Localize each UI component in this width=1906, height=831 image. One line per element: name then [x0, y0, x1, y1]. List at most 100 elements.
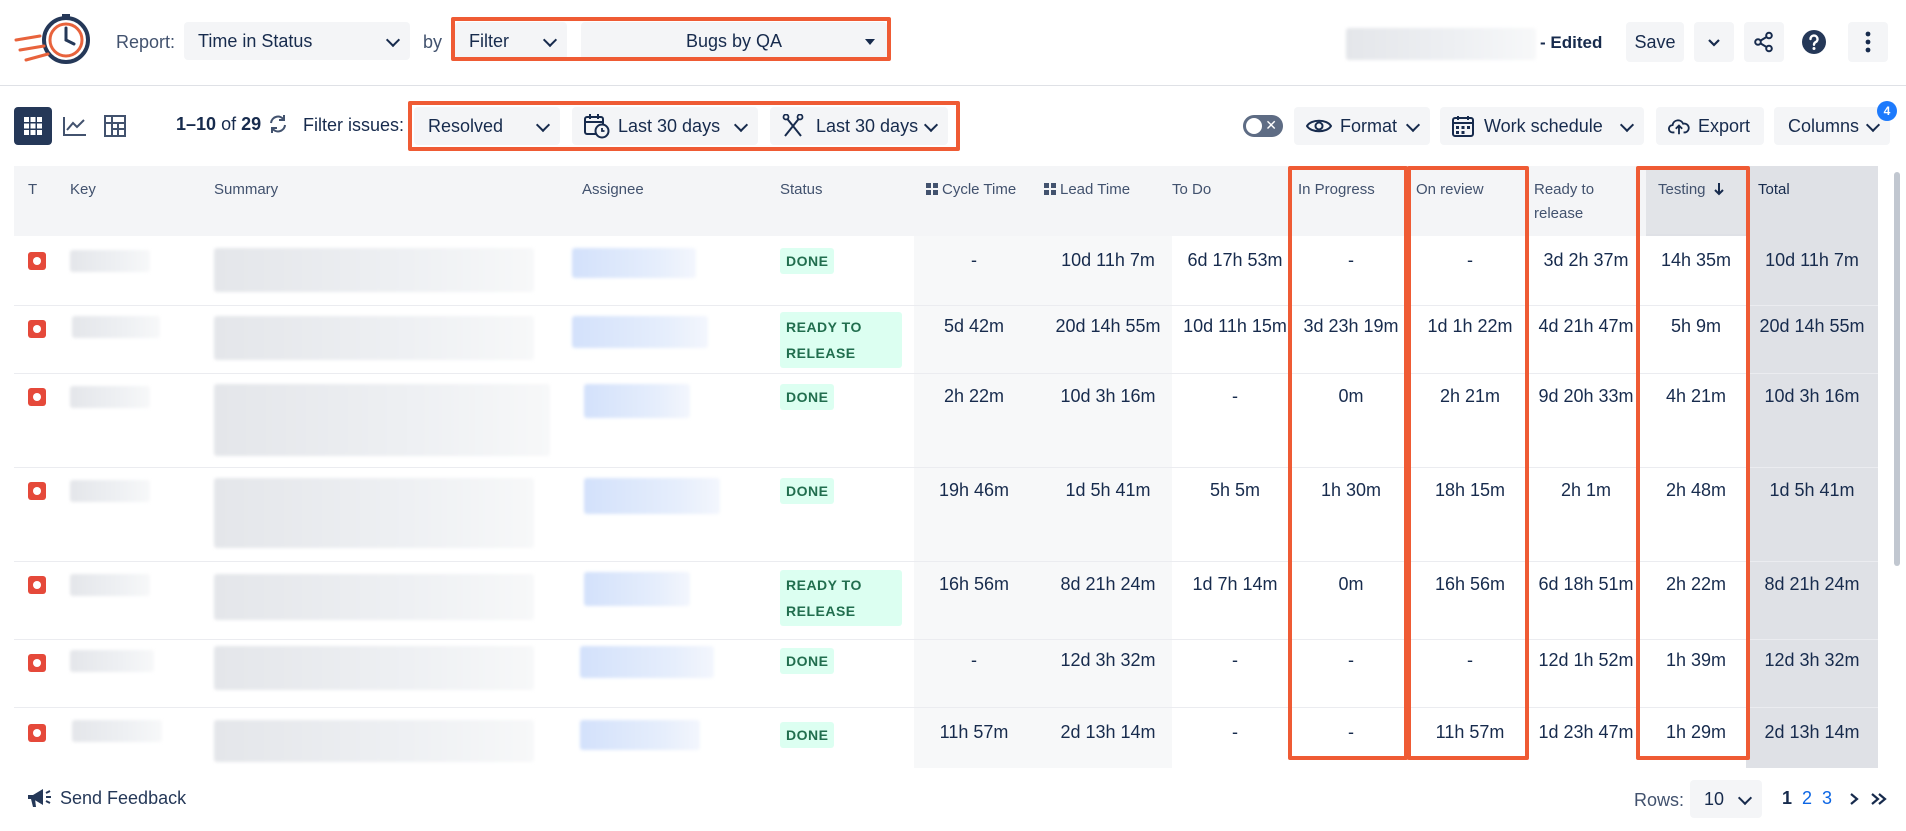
vertical-scrollbar[interactable] — [1894, 172, 1900, 566]
close-icon: ✕ — [1265, 117, 1277, 133]
page-3-link[interactable]: 3 — [1822, 788, 1832, 809]
grid-view-button[interactable] — [14, 107, 52, 145]
testing-cell: 1h 39m — [1665, 650, 1727, 670]
to-do-cell: 10d 11h 15m — [1183, 316, 1287, 336]
on-review-cell: - — [1467, 250, 1473, 270]
cycle-time-cell: 2h 22m — [943, 386, 1005, 406]
issue-key-redacted — [70, 650, 154, 672]
column-header-to-do[interactable]: To Do — [1172, 178, 1211, 202]
next-page-icon[interactable] — [1848, 792, 1860, 806]
table-row[interactable]: DONE 19h 46m 1d 5h 41m 5h 5m 1h 30m 18h … — [14, 468, 1878, 562]
status-line1: READY TO — [786, 577, 862, 593]
report-select[interactable]: Time in Status — [184, 22, 410, 60]
lead-time-cell: 8d 21h 24m — [1060, 574, 1156, 594]
ready-to-release-cell: 1d 23h 47m — [1538, 722, 1634, 742]
assignee-redacted — [572, 316, 708, 348]
eye-icon — [1306, 119, 1332, 133]
column-header-in-progress[interactable]: In Progress — [1298, 178, 1375, 202]
assignee-redacted — [584, 572, 690, 606]
table-row[interactable]: READY TO RELEASE 5d 42m 20d 14h 55m 10d … — [14, 306, 1878, 374]
column-header-testing[interactable]: Testing — [1658, 178, 1725, 202]
to-do-cell: 6d 17h 53m — [1187, 250, 1283, 270]
ready-to-release-cell: 12d 1h 52m — [1538, 650, 1634, 670]
columns-label: Columns — [1788, 115, 1860, 136]
table-row[interactable]: READY TO RELEASE 16h 56m 8d 21h 24m 1d 7… — [14, 562, 1878, 640]
pivot-view-button[interactable] — [96, 107, 134, 145]
edited-label: - Edited — [1540, 33, 1603, 52]
in-progress-cell: - — [1348, 250, 1354, 270]
cloud-upload-icon — [1668, 119, 1690, 135]
column-header-summary[interactable]: Summary — [214, 178, 278, 202]
last-page-icon[interactable] — [1870, 792, 1888, 806]
status-badge: DONE — [780, 722, 835, 748]
filter-value-select[interactable]: Bugs by QA — [581, 22, 887, 60]
columns-button[interactable]: Columns — [1774, 107, 1890, 145]
issue-key-redacted — [72, 720, 162, 742]
bug-icon — [28, 388, 46, 406]
chevron-down-icon — [1737, 790, 1753, 806]
ready-to-release-cell: 6d 18h 51m — [1538, 574, 1634, 594]
ready-to-release-cell: 9d 20h 33m — [1538, 386, 1634, 406]
column-header-key[interactable]: Key — [70, 178, 96, 202]
table-row[interactable]: DONE - 10d 11h 7m 6d 17h 53m - - 3d 2h 3… — [14, 238, 1878, 306]
table-footer — [0, 780, 1906, 831]
chart-view-button[interactable] — [56, 107, 94, 145]
chevron-down-icon — [1708, 39, 1720, 47]
table-row[interactable]: DONE - 12d 3h 32m - - - 12d 1h 52m 1h 39… — [14, 640, 1878, 708]
table-row[interactable]: DONE 2h 22m 10d 3h 16m - 0m 2h 21m 9d 20… — [14, 374, 1878, 468]
testing-label: Testing — [1658, 181, 1706, 198]
testing-cell: 2h 22m — [1665, 574, 1727, 594]
send-feedback-link[interactable]: Send Feedback — [26, 786, 186, 810]
assignee-redacted — [584, 478, 720, 514]
in-progress-cell: 0m — [1338, 386, 1364, 406]
column-header-lead-time[interactable]: Lead Time — [1044, 178, 1130, 202]
help-button[interactable] — [1794, 22, 1834, 62]
rows-label: Rows: — [1634, 790, 1685, 810]
metric-icon — [926, 183, 938, 195]
format-button[interactable]: Format — [1294, 107, 1430, 145]
ready-to-release-line1: Ready to — [1534, 181, 1595, 198]
refresh-icon[interactable] — [268, 114, 288, 134]
save-button[interactable]: Save — [1626, 22, 1684, 62]
share-icon — [1754, 31, 1773, 53]
status-badge: DONE — [780, 648, 835, 674]
column-header-cycle-time[interactable]: Cycle Time — [926, 178, 1016, 202]
filter-type-select[interactable]: Filter — [455, 22, 567, 60]
column-header-ready-to-release[interactable]: Ready to release — [1534, 178, 1594, 226]
assignee-redacted — [580, 646, 714, 678]
column-header-status[interactable]: Status — [780, 178, 823, 202]
metric-icon — [1044, 183, 1056, 195]
resolved-date-select[interactable]: Last 30 days — [770, 107, 948, 145]
caret-down-icon — [865, 39, 875, 45]
resolution-select[interactable]: Resolved — [414, 107, 560, 145]
save-options-button[interactable] — [1694, 22, 1734, 62]
created-date-select[interactable]: Last 30 days — [572, 107, 758, 145]
column-header-type[interactable]: T — [28, 178, 37, 202]
page-1-link[interactable]: 1 — [1782, 788, 1792, 809]
total-cell: 1d 5h 41m — [1769, 480, 1855, 500]
ready-to-release-cell: 2h 1m — [1560, 480, 1612, 500]
column-header-total[interactable]: Total — [1758, 178, 1790, 202]
status-badge: READY TO RELEASE — [780, 312, 902, 368]
work-schedule-button[interactable]: Work schedule — [1440, 107, 1644, 145]
columns-count-badge: 4 — [1877, 101, 1897, 121]
chart-view-icon — [63, 117, 86, 136]
chevron-down-icon — [542, 32, 558, 48]
page-2-link[interactable]: 2 — [1802, 788, 1812, 809]
more-actions-button[interactable] — [1848, 22, 1888, 62]
report-select-value: Time in Status — [198, 30, 313, 51]
app-logo-icon[interactable] — [14, 10, 94, 74]
toggle-switch[interactable]: ✕ — [1243, 115, 1283, 137]
column-header-on-review[interactable]: On review — [1416, 178, 1484, 202]
in-progress-cell: 1h 30m — [1320, 480, 1382, 500]
share-button[interactable] — [1744, 22, 1784, 62]
assignee-redacted — [584, 384, 690, 418]
export-button[interactable]: Export — [1656, 107, 1764, 145]
of-text: of — [221, 114, 237, 134]
table-row[interactable]: DONE 11h 57m 2d 13h 14m - - 11h 57m 1d 2… — [14, 708, 1878, 768]
cycle-time-label: Cycle Time — [942, 181, 1017, 198]
rows-per-page-select[interactable]: 10 — [1690, 780, 1762, 818]
assignee-redacted — [580, 720, 700, 750]
pivot-view-icon — [104, 115, 126, 137]
column-header-assignee[interactable]: Assignee — [582, 178, 644, 202]
